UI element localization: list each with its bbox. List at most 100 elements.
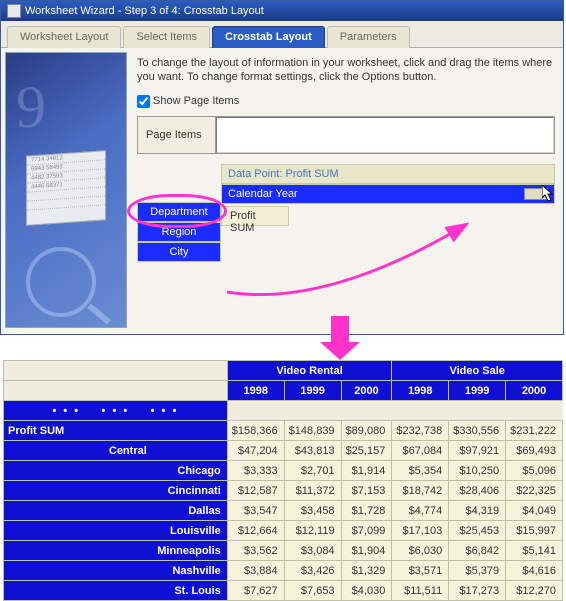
data-cell: $4,774 [392,501,449,521]
column-axis: Data Point: Profit SUM Calendar Year Pro… [221,164,555,262]
row-axis-city[interactable]: City [137,242,221,262]
data-cell: $1,728 [341,501,392,521]
data-cell: $330,556 [449,421,506,441]
col-year: 1999 [284,381,341,401]
data-cell: $10,250 [449,461,506,481]
data-cell: $25,453 [449,521,506,541]
table-row: Minneapolis$3,562$3,084$1,904$6,030$6,84… [4,541,563,561]
axis-placeholder: • • • • • • • • • [4,401,228,421]
data-cell: $3,571 [392,561,449,581]
data-cell: $5,354 [392,461,449,481]
data-cell: $18,742 [392,481,449,501]
data-cell: $4,030 [341,581,392,601]
instructions: To change the layout of information in y… [137,56,555,85]
data-cell: $67,084 [392,441,449,461]
table-row: Louisville$12,664$12,119$7,099$17,103$25… [4,521,563,541]
content-area: To change the layout of information in y… [133,52,559,330]
data-cell: $17,273 [449,581,506,601]
profit-sum-cell[interactable]: Profit SUM [221,206,289,226]
data-cell: $3,562 [227,541,284,561]
data-cell: $7,099 [341,521,392,541]
page-items-label: Page Items [138,117,216,153]
data-cell: $3,547 [227,501,284,521]
data-cell: $3,458 [284,501,341,521]
show-page-items-check[interactable]: Show Page Items [137,95,555,108]
page-items-dropzone[interactable] [216,117,554,153]
data-cell: $12,119 [284,521,341,541]
calendar-year-label: Calendar Year [228,188,298,200]
table-row: Nashville$3,884$3,426$1,329$3,571$5,379$… [4,561,563,581]
col-year: 2000 [506,381,563,401]
data-cell: $11,511 [392,581,449,601]
tab-crosstab-layout[interactable]: Crosstab Layout [212,26,325,48]
data-cell: $158,366 [227,421,284,441]
row-label: Dallas [4,501,228,521]
data-cell: $12,587 [227,481,284,501]
data-cell: $97,921 [449,441,506,461]
col-year: 1998 [392,381,449,401]
tab-parameters[interactable]: Parameters [327,26,410,48]
data-cell: $4,616 [506,561,563,581]
data-cell: $3,333 [227,461,284,481]
wizard-window: Worksheet Wizard - Step 3 of 4: Crosstab… [0,0,564,335]
data-cell: $89,080 [341,421,392,441]
row-axis-region[interactable]: Region [137,222,221,242]
col-year: 1999 [449,381,506,401]
data-cell: $7,153 [341,481,392,501]
row-label: Profit SUM [4,421,228,441]
table-row: Cincinnati$12,587$11,372$7,153$18,742$28… [4,481,563,501]
tab-worksheet-layout[interactable]: Worksheet Layout [7,26,121,48]
data-cell: $12,664 [227,521,284,541]
data-cell: $15,997 [506,521,563,541]
col-year: 2000 [341,381,392,401]
row-label: Louisville [4,521,228,541]
data-cell: $232,738 [392,421,449,441]
deco-sheet: 7714 34813 6943 58493 4482 37593 4446 68… [26,150,106,226]
table-row: Central$47,204$43,813$25,157$67,084$97,9… [4,441,563,461]
row-label: Cincinnati [4,481,228,501]
titlebar: Worksheet Wizard - Step 3 of 4: Crosstab… [1,1,563,21]
show-page-items-input[interactable] [137,95,150,108]
table-row: St. Louis$7,627$7,653$4,030$11,511$17,27… [4,581,563,601]
data-cell: $43,813 [284,441,341,461]
data-cell: $1,904 [341,541,392,561]
stub-cell [227,401,562,421]
data-cell: $11,372 [284,481,341,501]
window-title: Worksheet Wizard - Step 3 of 4: Crosstab… [25,5,264,17]
magnifier-icon [26,247,96,317]
data-cell: $6,842 [449,541,506,561]
row-axis: Department Region City [137,164,221,262]
data-cell: $7,653 [284,581,341,601]
tab-strip: Worksheet Layout Select Items Crosstab L… [1,21,563,48]
data-cell: $22,325 [506,481,563,501]
data-cell: $2,701 [284,461,341,481]
data-cell: $3,884 [227,561,284,581]
side-illustration: 9 7714 34813 6943 58493 4482 37593 4446 … [5,52,127,328]
data-cell: $17,103 [392,521,449,541]
data-cell: $12,270 [506,581,563,601]
data-cell: $69,493 [506,441,563,461]
tab-select-items[interactable]: Select Items [123,26,210,48]
data-cell: $4,319 [449,501,506,521]
row-axis-department[interactable]: Department [137,202,221,222]
row-label: Nashville [4,561,228,581]
page-items-panel: Page Items [137,116,555,154]
col-year: 1998 [227,381,284,401]
row-label: Chicago [4,461,228,481]
row-label: Minneapolis [4,541,228,561]
data-cell: $25,157 [341,441,392,461]
wizard-body: 9 7714 34813 6943 58493 4482 37593 4446 … [1,48,563,334]
data-cell: $7,627 [227,581,284,601]
row-label: St. Louis [4,581,228,601]
data-cell: $28,406 [449,481,506,501]
data-cell: $231,222 [506,421,563,441]
col-axis-calendar-year[interactable]: Calendar Year [221,184,555,204]
data-cell: $5,096 [506,461,563,481]
data-cell: $47,204 [227,441,284,461]
data-cell: $6,030 [392,541,449,561]
data-cell: $5,379 [449,561,506,581]
data-cell: $5,141 [506,541,563,561]
app-icon [7,4,21,18]
table-row: Chicago$3,333$2,701$1,914$5,354$10,250$5… [4,461,563,481]
group-video-sale: Video Sale [392,361,563,381]
